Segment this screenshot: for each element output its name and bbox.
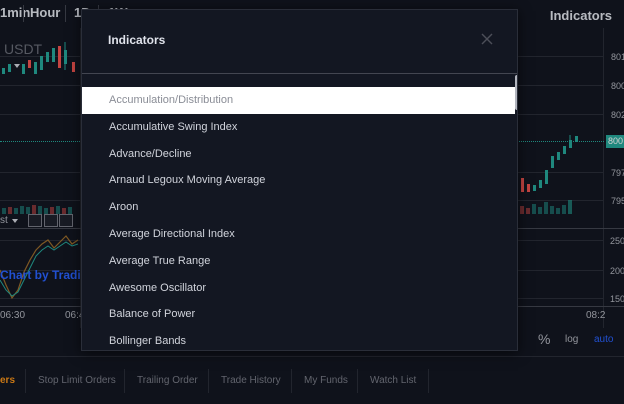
indicator-label: Average True Range [109, 254, 211, 267]
indicator-label: Awesome Oscillator [109, 281, 206, 294]
indicator-label: Bollinger Bands [109, 335, 187, 348]
dialog-title: Indicators [108, 33, 166, 47]
indicator-item[interactable]: Balance of Power [82, 301, 515, 328]
indicator-item[interactable]: Advance/Decline [82, 141, 515, 168]
indicator-label: Arnaud Legoux Moving Average [109, 174, 266, 187]
indicators-dialog: Indicators Accumulation/Distribution Acc… [81, 9, 518, 351]
indicator-item[interactable]: Accumulation/Distribution [82, 87, 515, 114]
dialog-divider [82, 73, 517, 74]
indicator-item[interactable]: Bollinger Bands [82, 328, 515, 350]
indicator-item[interactable]: Arnaud Legoux Moving Average [82, 167, 515, 194]
indicator-item[interactable]: Awesome Oscillator [82, 275, 515, 302]
indicator-item[interactable]: Average Directional Index [82, 221, 515, 248]
indicator-list: Accumulation/Distribution Accumulative S… [82, 87, 515, 350]
scrollbar[interactable] [515, 75, 517, 110]
indicator-label: Aroon [109, 201, 139, 214]
indicator-label: Accumulation/Distribution [109, 94, 234, 106]
indicator-label: Advance/Decline [109, 147, 192, 160]
indicator-label: Accumulative Swing Index [109, 120, 238, 133]
close-icon[interactable] [480, 32, 494, 46]
indicator-label: Balance of Power [109, 308, 196, 321]
indicator-item[interactable]: Accumulative Swing Index [82, 114, 515, 141]
indicator-item[interactable]: Average True Range [82, 248, 515, 275]
indicator-label: Average Directional Index [109, 227, 235, 240]
indicator-item[interactable]: Aroon [82, 194, 515, 221]
